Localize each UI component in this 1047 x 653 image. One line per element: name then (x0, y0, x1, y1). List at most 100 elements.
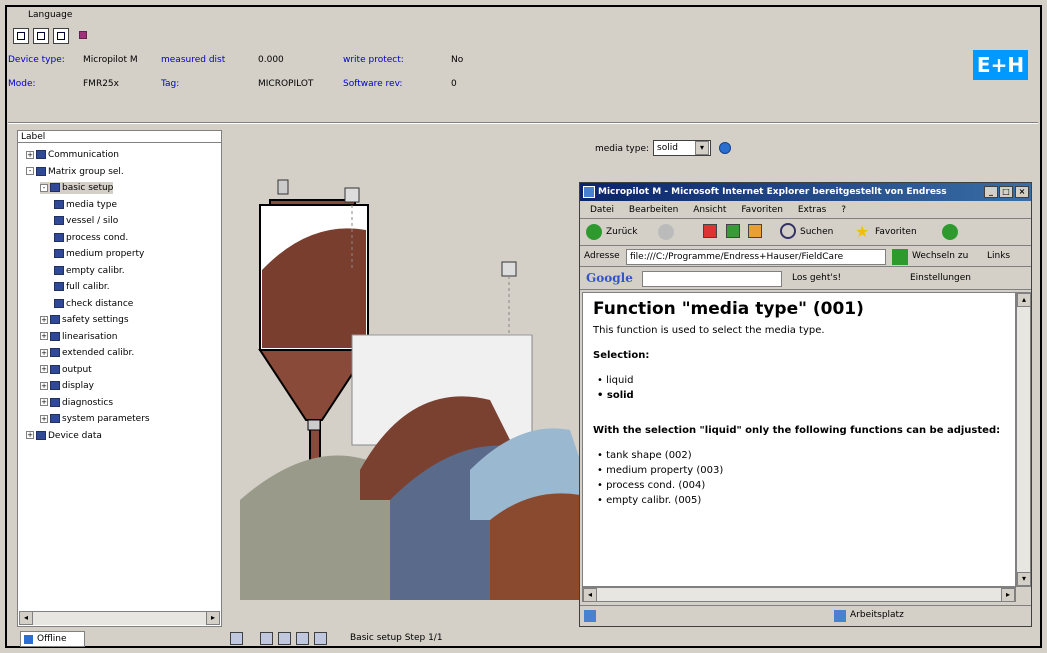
menu-bar[interactable]: Language (8, 8, 1038, 22)
stop-icon[interactable] (703, 224, 717, 238)
tree-item[interactable]: + system parameters (40, 413, 150, 425)
google-go-button[interactable]: Los geht's! (792, 273, 841, 283)
back-arrow-icon[interactable] (586, 224, 602, 240)
menu-datei[interactable]: Datei (590, 205, 614, 215)
help-browser-window[interactable]: Micropilot M - Microsoft Internet Explor… (579, 182, 1032, 627)
expander-icon[interactable]: + (40, 381, 48, 390)
scroll-right-arrow-icon[interactable]: ▸ (206, 611, 220, 625)
content-horizontal-scrollbar[interactable]: ◂ ▸ (582, 587, 1016, 602)
refresh-icon[interactable] (726, 224, 740, 238)
minimize-icon[interactable]: _ (984, 186, 998, 198)
tree-item[interactable]: media type (54, 199, 117, 211)
apply-icon[interactable] (719, 142, 731, 154)
view3-icon[interactable] (53, 28, 69, 44)
expander-icon[interactable]: + (26, 431, 34, 439)
expander-icon[interactable]: + (40, 365, 48, 373)
tree-item[interactable]: + safety settings (40, 314, 129, 326)
last-step-icon[interactable] (314, 632, 327, 645)
links-button[interactable]: Links (987, 251, 1010, 261)
previous-step-icon[interactable] (278, 632, 291, 645)
menu-favoriten[interactable]: Favoriten (741, 205, 783, 215)
menu-help[interactable]: ? (841, 205, 846, 215)
parameter-icon (50, 331, 60, 341)
tree-item[interactable]: check distance (54, 298, 133, 310)
go-button[interactable]: Wechseln zu (912, 251, 968, 261)
parameter-icon (36, 150, 46, 159)
go-arrow-icon[interactable] (892, 249, 908, 265)
eraser-icon[interactable] (76, 28, 92, 44)
expander-icon[interactable]: + (40, 398, 48, 406)
parameter-icon (50, 364, 60, 374)
tree-item[interactable]: - Matrix group sel. (26, 166, 124, 178)
home-icon[interactable] (748, 224, 762, 238)
view1-icon[interactable] (13, 28, 29, 44)
function-item: process cond. (004) (597, 480, 1005, 491)
back-button[interactable]: Zurück (606, 227, 637, 237)
menu-language[interactable]: Language (28, 10, 72, 20)
tree-item-label: media type (66, 199, 117, 210)
ie-title-text: Micropilot M - Microsoft Internet Explor… (598, 187, 947, 197)
tree-item[interactable]: + Device data (26, 430, 102, 442)
parameter-icon (54, 199, 64, 209)
scroll-left-arrow-icon[interactable]: ◂ (583, 588, 597, 602)
forward-arrow-icon[interactable] (658, 224, 674, 240)
expander-icon[interactable]: + (26, 150, 34, 159)
search-button[interactable]: Suchen (800, 227, 833, 237)
close-icon[interactable]: × (1015, 186, 1029, 198)
view2-icon[interactable] (33, 28, 49, 44)
expander-icon[interactable]: + (40, 348, 48, 357)
tag-label: Tag: (161, 79, 180, 89)
tree-item-label: safety settings (62, 315, 129, 325)
option-liquid: liquid (597, 375, 1005, 386)
scroll-right-arrow-icon[interactable]: ▸ (1001, 588, 1015, 602)
tree-item-label: display (62, 381, 94, 391)
home-nav-icon[interactable] (230, 632, 243, 645)
google-toolbar: Google Los geht's! Einstellungen (580, 268, 1031, 290)
device-header: Device type: Micropilot M measured dist … (8, 22, 1038, 122)
tree-item[interactable]: + diagnostics (40, 397, 113, 409)
expander-icon[interactable]: - (40, 183, 48, 192)
ie-title-bar[interactable]: Micropilot M - Microsoft Internet Explor… (580, 183, 1031, 201)
tag-value: MICROPILOT (258, 79, 314, 89)
maximize-icon[interactable]: □ (999, 186, 1013, 198)
menu-bearbeiten[interactable]: Bearbeiten (629, 205, 678, 215)
tree-item-label: empty calibr. (66, 265, 125, 276)
tree-item[interactable]: - basic setup (40, 182, 114, 194)
tab-offline[interactable]: Offline (20, 631, 85, 647)
next-step-icon[interactable] (296, 632, 309, 645)
content-vertical-scrollbar[interactable]: ▴ ▾ (1016, 292, 1031, 587)
menu-ansicht[interactable]: Ansicht (693, 205, 726, 215)
expander-icon[interactable]: - (26, 167, 34, 175)
scroll-down-arrow-icon[interactable]: ▾ (1017, 572, 1031, 586)
tree-item[interactable]: vessel / silo (54, 215, 118, 227)
tree-item[interactable]: medium property (54, 248, 144, 260)
history-icon[interactable] (942, 224, 958, 240)
tree-item[interactable]: process cond. (54, 232, 128, 244)
expander-icon[interactable]: + (40, 332, 48, 340)
google-search-input[interactable] (642, 271, 782, 287)
zone-label: Arbeitsplatz (850, 610, 904, 620)
search-icon[interactable] (780, 223, 796, 239)
first-step-icon[interactable] (260, 632, 273, 645)
favorites-star-icon[interactable]: ★ (855, 222, 869, 241)
expander-icon[interactable]: + (40, 315, 48, 324)
scroll-up-arrow-icon[interactable]: ▴ (1017, 293, 1031, 307)
tree-item[interactable]: full calibr. (54, 281, 110, 293)
parameter-icon (54, 298, 64, 308)
tree-item[interactable]: + display (40, 380, 94, 392)
expander-icon[interactable]: + (40, 414, 48, 423)
navigation-tree[interactable]: Label + Communication - Matrix group sel. - b… (17, 130, 222, 627)
tree-item[interactable]: + output (40, 364, 92, 376)
menu-extras[interactable]: Extras (798, 205, 826, 215)
scroll-left-arrow-icon[interactable]: ◂ (19, 611, 33, 625)
dropdown-arrow-icon[interactable]: ▾ (695, 141, 709, 155)
tree-item[interactable]: + Communication (26, 149, 119, 161)
tree-item[interactable]: empty calibr. (54, 265, 125, 277)
tree-item[interactable]: + extended calibr. (40, 347, 134, 359)
google-settings-button[interactable]: Einstellungen (910, 273, 971, 283)
tree-horizontal-scrollbar[interactable]: ◂ ▸ (19, 611, 220, 625)
favorites-button[interactable]: Favoriten (875, 227, 917, 237)
tree-item[interactable]: + linearisation (40, 331, 117, 343)
address-input[interactable]: file:///C:/Programme/Endress+Hauser/Fiel… (626, 249, 886, 265)
selection-heading: Selection: (593, 350, 650, 361)
